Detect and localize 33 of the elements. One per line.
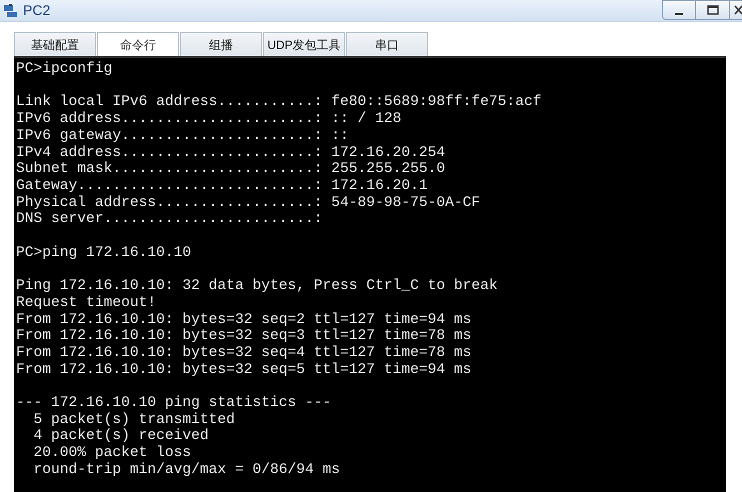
terminal-line: Gateway...........................: 172.16.20.1 (16, 178, 428, 195)
terminal-line: From 172.16.10.10: bytes=32 seq=3 ttl=127 time=78 ms (16, 328, 472, 345)
terminal-line: Request timeout! (16, 294, 156, 312)
minimize-icon (675, 13, 683, 15)
window-title: PC2 (23, 1, 50, 20)
terminal-line: From 172.16.10.10: bytes=32 seq=5 ttl=127 time=94 ms (16, 362, 472, 378)
tab[interactable]: 命令行 (97, 32, 179, 56)
terminal-line: round-trip min/avg/max = 0/86/94 ms (32, 462, 340, 479)
terminal-line: Ping 172.16.10.10: 32 data bytes, Press Ctrl_C to break (16, 278, 498, 295)
terminal-line: From 172.16.10.10: bytes=32 seq=2 ttl=127 time=94 ms (16, 312, 472, 328)
close-button[interactable] (730, 0, 742, 20)
terminal-line: 20.00% packet loss (32, 445, 192, 462)
terminal-line: Physical address..................: 54-89-98-75-0A-CF (16, 194, 480, 212)
tab[interactable]: 组播 (180, 32, 262, 56)
tab[interactable]: 基础配置 (14, 32, 96, 56)
terminal-line: DNS server........................: (16, 211, 323, 228)
terminal-line: 5 packet(s) transmitted (32, 412, 235, 428)
terminal-line: IPv6 address......................: :: / 128 (16, 111, 402, 128)
terminal-line: 4 packet(s) received (32, 428, 209, 445)
terminal-line: PC>ipconfig (16, 61, 112, 78)
tab[interactable]: 串口 (346, 32, 428, 56)
terminal-line: PC>ping 172.16.10.10 (16, 244, 192, 262)
minimize-button[interactable] (662, 0, 696, 20)
terminal-line: Link local IPv6 address...........: fe80::5689:98ff:fe75:acf (16, 94, 542, 111)
maximize-button[interactable] (696, 0, 730, 20)
tab[interactable]: UDP发包工具 (263, 32, 345, 56)
terminal-line: From 172.16.10.10: bytes=32 seq=4 ttl=127 time=78 ms (16, 344, 472, 362)
terminal-line: IPv4 address......................: 172.16.20.254 (16, 144, 446, 161)
terminal-line: IPv6 gateway......................: :: (16, 128, 349, 144)
terminal-line: Subnet mask.......................: 255.255.255.0 (16, 161, 446, 178)
maximize-icon (706, 5, 718, 15)
terminal-line: --- 172.16.10.10 ping statistics --- (16, 395, 332, 412)
close-icon (734, 5, 742, 15)
